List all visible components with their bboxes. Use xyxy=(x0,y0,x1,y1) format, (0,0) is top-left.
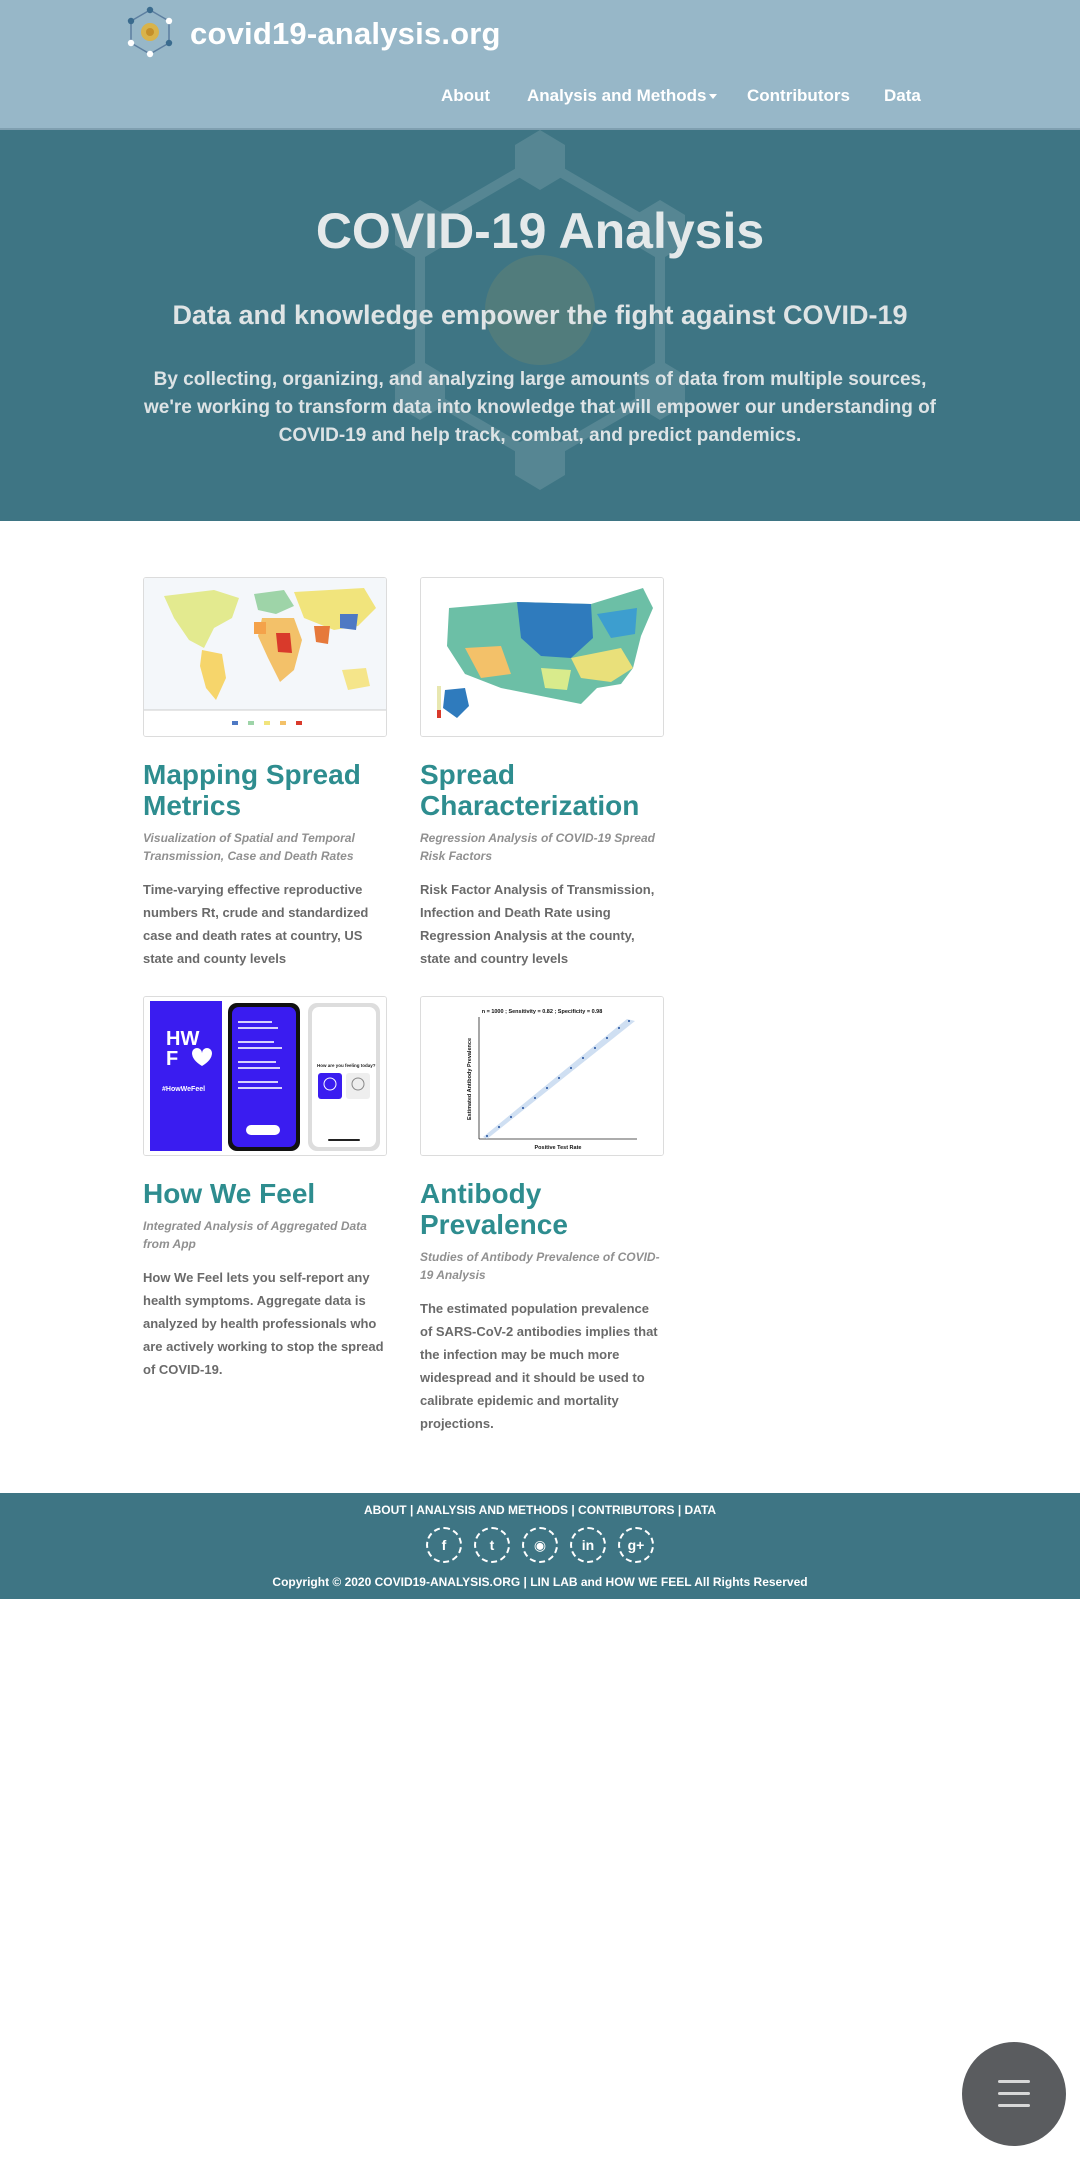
chevron-down-icon xyxy=(709,94,718,100)
plot-ylabel: Estimated Antibody Prevalence xyxy=(467,1038,473,1120)
footer-links: ABOUT | ANALYSIS AND METHODS | CONTRIBUT… xyxy=(0,1503,1080,1517)
plot-title: n = 1000 ; Sensitivity = 0.82 ; Specific… xyxy=(482,1009,603,1015)
hero-banner: COVID-19 Analysis Data and knowledge emp… xyxy=(0,130,1080,521)
scatter-plot-image[interactable]: n = 1000 ; Sensitivity = 0.82 ; Specific… xyxy=(420,996,664,1156)
virus-network-logo-icon[interactable] xyxy=(124,6,176,58)
main-nav: About Analysis and Methods Contributors … xyxy=(0,86,1080,112)
world-map-image[interactable] xyxy=(143,577,387,737)
card-description: How We Feel lets you self-report any hea… xyxy=(143,1270,384,1377)
card-title[interactable]: Antibody Prevalence xyxy=(420,1178,664,1240)
google-plus-icon[interactable]: g+ xyxy=(618,1527,654,1563)
card-description: Risk Factor Analysis of Transmission, In… xyxy=(420,882,655,966)
footer-separator: | xyxy=(568,1503,579,1517)
site-name[interactable]: covid19-analysis.org xyxy=(190,16,501,52)
footer-link-about[interactable]: ABOUT xyxy=(364,1503,407,1517)
footer-link-data[interactable]: DATA xyxy=(685,1503,717,1517)
copyright-text: Copyright © 2020 COVID19-ANALYSIS.ORG | … xyxy=(272,1575,808,1589)
app-screens-image[interactable]: HW F #HowWeFeel How are you feeling toda… xyxy=(143,996,387,1156)
footer: ABOUT | ANALYSIS AND METHODS | CONTRIBUT… xyxy=(0,1493,1080,1599)
nav-analysis-label: Analysis and Methods xyxy=(527,86,707,105)
footer-separator: | xyxy=(674,1503,685,1517)
hamburger-menu-icon xyxy=(998,2092,1030,2095)
hwf-question: How are you feeling today? xyxy=(317,1063,376,1068)
footer-separator: | xyxy=(406,1503,417,1517)
nav-about[interactable]: About xyxy=(441,86,490,106)
card-subtitle: Studies of Antibody Prevalence of COVID-… xyxy=(420,1250,660,1282)
card-title[interactable]: Mapping Spread Metrics xyxy=(143,759,387,821)
top-navbar: covid19-analysis.org About Analysis and … xyxy=(0,0,1080,130)
hwf-logo-line2: F xyxy=(166,1048,178,1070)
card-subtitle: Integrated Analysis of Aggregated Data f… xyxy=(143,1219,367,1251)
hero-description: By collecting, organizing, and analyzing… xyxy=(143,369,937,446)
hero-title: COVID-19 Analysis xyxy=(315,203,765,259)
nav-data[interactable]: Data xyxy=(884,86,921,106)
hero-subtitle: Data and knowledge empower the fight aga… xyxy=(172,300,908,330)
plot-xlabel: Positive Test Rate xyxy=(535,1145,582,1151)
footer-link-analysis-and-methods[interactable]: ANALYSIS AND METHODS xyxy=(416,1503,568,1517)
hwf-logo-line1: HW xyxy=(166,1028,199,1050)
us-county-map-image[interactable] xyxy=(420,577,664,737)
hwf-hashtag: #HowWeFeel xyxy=(162,1086,205,1093)
nav-contributors[interactable]: Contributors xyxy=(747,86,850,106)
facebook-icon[interactable]: f xyxy=(426,1527,462,1563)
card-title[interactable]: Spread Characterization xyxy=(420,759,664,821)
card-subtitle: Regression Analysis of COVID-19 Spread R… xyxy=(420,831,655,863)
card-description: The estimated population prevalence of S… xyxy=(420,1301,658,1431)
floating-menu-button[interactable] xyxy=(962,2042,1066,2146)
card-subtitle: Visualization of Spatial and Temporal Tr… xyxy=(143,831,355,863)
linkedin-icon[interactable]: in xyxy=(570,1527,606,1563)
card-how-we-feel: HW F #HowWeFeel How are you feeling toda… xyxy=(143,996,387,1381)
card-spread-characterization: Spread Characterization Regression Analy… xyxy=(420,577,664,970)
card-title[interactable]: How We Feel xyxy=(143,1178,387,1209)
hamburger-menu-icon xyxy=(998,2104,1030,2107)
github-icon[interactable]: ◉ xyxy=(522,1527,558,1563)
card-antibody-prevalence: n = 1000 ; Sensitivity = 0.82 ; Specific… xyxy=(420,996,664,1435)
twitter-icon[interactable]: t xyxy=(474,1527,510,1563)
card-description: Time-varying effective reproductive numb… xyxy=(143,882,369,966)
footer-link-contributors[interactable]: CONTRIBUTORS xyxy=(578,1503,674,1517)
social-links: f t ◉ in g+ xyxy=(0,1527,1080,1563)
hamburger-menu-icon xyxy=(998,2080,1030,2083)
card-mapping-spread-metrics: Mapping Spread Metrics Visualization of … xyxy=(143,577,387,970)
nav-analysis-and-methods[interactable]: Analysis and Methods xyxy=(527,86,718,106)
